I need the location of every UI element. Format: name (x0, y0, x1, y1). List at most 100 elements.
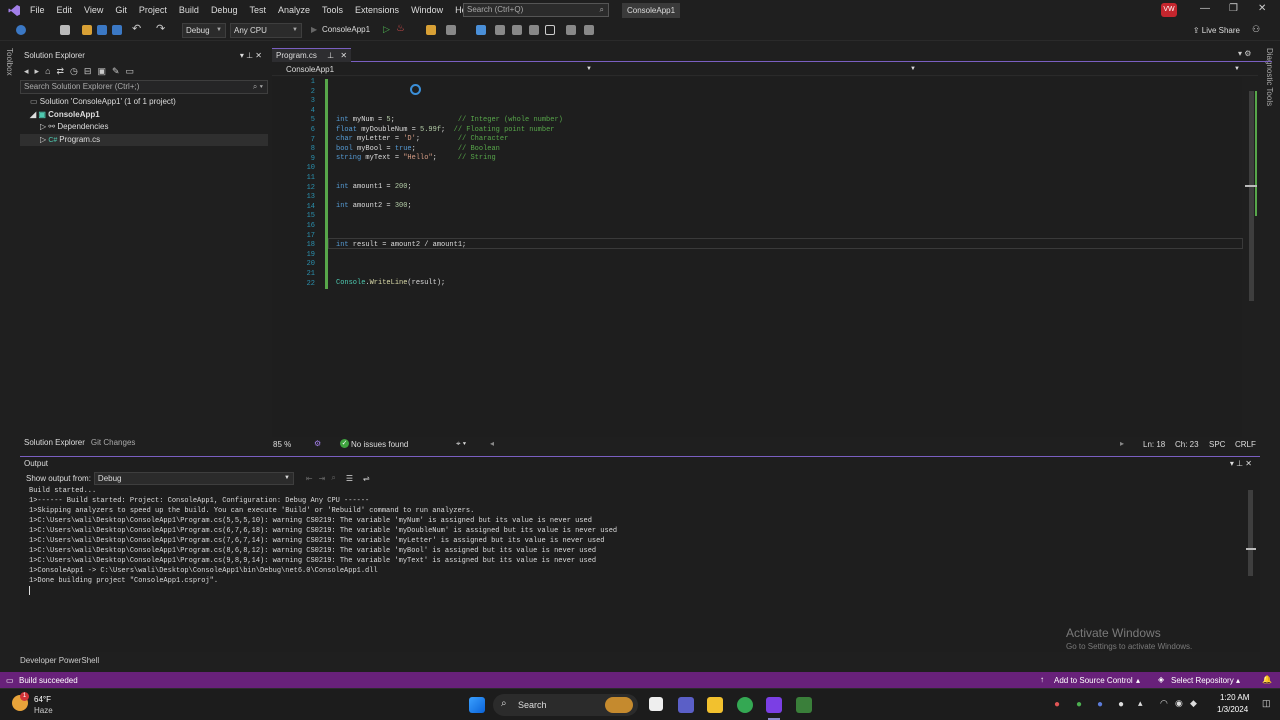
menu-item-extensions[interactable]: Extensions (355, 5, 399, 15)
menu-item-edit[interactable]: Edit (57, 5, 73, 15)
save-all-icon[interactable] (112, 25, 122, 35)
editor-vertical-scrollbar[interactable] (1245, 77, 1257, 437)
pin-icon[interactable]: ▾ ⊥ ✕ (240, 48, 262, 64)
layout-icon[interactable] (446, 25, 456, 35)
bookmark-prev-icon[interactable] (566, 25, 576, 35)
menu-item-git[interactable]: Git (115, 5, 127, 15)
line-indicator[interactable]: Ln: 18 (1143, 440, 1165, 449)
platform-dropdown[interactable]: Any CPU ▼ (230, 23, 302, 38)
line-ending-indicator[interactable]: CRLF (1235, 440, 1256, 449)
menu-item-file[interactable]: File (30, 5, 45, 15)
browse-icon[interactable] (426, 25, 436, 35)
pin-icon[interactable]: ⊥ (327, 51, 334, 60)
search-input[interactable]: Search (Ctrl+Q) ⌕ (463, 3, 609, 17)
properties-icon[interactable]: ✎ (112, 66, 120, 77)
step-icon[interactable] (476, 25, 486, 35)
save-icon[interactable] (97, 25, 107, 35)
scrollbar-thumb[interactable] (1249, 91, 1254, 301)
visual-studio-taskbar-icon[interactable] (766, 697, 782, 713)
maximize-icon[interactable]: ❐ (1229, 3, 1238, 14)
intellicode-icon[interactable]: ⚙ (314, 439, 321, 448)
tab-solution-explorer[interactable]: Solution Explorer (24, 438, 85, 447)
file-explorer-icon[interactable] (707, 697, 723, 713)
clock-date[interactable]: 1/3/2024 (1217, 705, 1248, 714)
avatar[interactable]: VW (1161, 3, 1177, 17)
undo-icon[interactable]: ↶ (132, 22, 142, 35)
redo-icon[interactable]: ↷ (156, 22, 166, 35)
configuration-dropdown[interactable]: Debug ▼ (182, 23, 226, 38)
tab-program-cs[interactable]: Program.cs ⊥ ✕ (272, 48, 352, 62)
forward-icon[interactable]: ▸ (35, 66, 40, 77)
output-scrollbar-thumb[interactable] (1248, 490, 1253, 576)
run-target[interactable]: ConsoleApp1 (322, 25, 370, 34)
preview-icon[interactable]: ▭ (126, 66, 135, 77)
menu-item-project[interactable]: Project (139, 5, 167, 15)
solution-search-input[interactable]: Search Solution Explorer (Ctrl+;) ⌕ ▾ (20, 80, 268, 94)
developer-powershell-tab[interactable]: Developer PowerShell (20, 656, 99, 665)
bookmark-icon[interactable] (545, 25, 555, 35)
network-icon[interactable]: ◠ (1160, 698, 1168, 709)
tray-icon-4[interactable]: ● (1118, 699, 1124, 710)
code-cleanup-icon[interactable]: ⌖ ▾ (456, 439, 466, 449)
tray-icon-3[interactable]: ● (1097, 699, 1103, 710)
open-folder-icon[interactable] (82, 25, 92, 35)
wifi-icon[interactable]: ◉ (1175, 698, 1183, 709)
back-icon[interactable] (16, 25, 26, 35)
tree-item-dependencies[interactable]: ▷ ⚯ Dependencies (20, 121, 268, 134)
column-indicator[interactable]: Ch: 23 (1175, 440, 1199, 449)
menu-item-tools[interactable]: Tools (322, 5, 343, 15)
bookmark-next-icon[interactable] (584, 25, 594, 35)
menu-item-view[interactable]: View (84, 5, 103, 15)
scroll-left-icon[interactable]: ◂ (490, 439, 494, 448)
comment-icon[interactable] (495, 25, 505, 35)
tree-item-project[interactable]: ◢ ▣ ConsoleApp1 (20, 109, 268, 122)
history-icon[interactable]: ◷ (70, 66, 78, 77)
word-wrap-icon[interactable]: ⇌ (363, 474, 370, 483)
collapse-all-icon[interactable]: ⊟ (84, 66, 92, 77)
goto-prev-icon[interactable]: ⇤ (306, 474, 313, 483)
tab-git-changes[interactable]: Git Changes (91, 438, 135, 447)
menu-item-test[interactable]: Test (249, 5, 266, 15)
chevron-up-icon[interactable]: ▴ (1138, 698, 1143, 709)
member-nav-dropdown[interactable]: ▼ (920, 64, 1240, 75)
clear-all-icon[interactable]: ☰ (346, 474, 353, 483)
close-icon[interactable]: ✕ (1258, 3, 1266, 14)
notifications-icon[interactable]: 🔔 (1262, 675, 1272, 684)
chat-icon[interactable] (678, 697, 694, 713)
tray-icon-1[interactable]: ● (1054, 699, 1060, 710)
tree-item-solution[interactable]: ▭ Solution 'ConsoleApp1' (1 of 1 project… (20, 96, 268, 109)
scroll-right-icon[interactable]: ▸ (1120, 439, 1124, 448)
close-icon[interactable]: ✕ (340, 51, 347, 60)
menu-item-build[interactable]: Build (179, 5, 199, 15)
tree-item-program-cs[interactable]: ▷ C# Program.cs (20, 133, 268, 146)
uncomment-icon[interactable] (512, 25, 522, 35)
clock-time[interactable]: 1:20 AM (1220, 693, 1249, 702)
menu-item-analyze[interactable]: Analyze (278, 5, 310, 15)
minimize-icon[interactable]: — (1200, 3, 1210, 14)
switch-views-icon[interactable]: ⇄ (57, 66, 65, 77)
project-nav-dropdown[interactable]: ConsoleApp1 ▼ (272, 64, 592, 75)
feedback-icon[interactable]: ⚇ (1252, 24, 1260, 35)
pin-icon[interactable]: ▾ ⊥ ✕ (1230, 457, 1252, 471)
toolbox-tab[interactable]: Toolbox (5, 48, 14, 76)
indent-icon[interactable] (529, 25, 539, 35)
live-share-button[interactable]: ⇪ Live Share (1193, 26, 1240, 35)
find-icon[interactable]: ⌕ (331, 473, 335, 483)
issues-status[interactable]: No issues found (351, 440, 408, 449)
output-source-dropdown[interactable]: Debug ▼ (93, 471, 294, 485)
home-icon[interactable]: ⌂ (45, 66, 50, 76)
tab-menu-icon[interactable]: ▾ ⚙ (1238, 49, 1251, 58)
type-nav-dropdown[interactable]: ▼ (596, 64, 916, 75)
goto-next-icon[interactable]: ⇥ (319, 474, 326, 483)
taskbar-search-box[interactable]: ⌕ Search (493, 694, 638, 716)
chrome-icon[interactable] (737, 697, 753, 713)
start-without-debugging-icon[interactable]: ▷ (383, 24, 390, 35)
notifications-icon[interactable]: ◫ (1262, 698, 1271, 709)
add-to-source-control-button[interactable]: Add to Source Control (1054, 676, 1133, 685)
terminal-icon[interactable] (796, 697, 812, 713)
new-item-icon[interactable] (60, 25, 70, 35)
windows-start-icon[interactable] (469, 697, 485, 713)
select-repository-button[interactable]: Select Repository (1171, 676, 1234, 685)
tray-icon-2[interactable]: ● (1076, 699, 1082, 710)
hot-reload-icon[interactable]: ♨ (396, 23, 405, 34)
